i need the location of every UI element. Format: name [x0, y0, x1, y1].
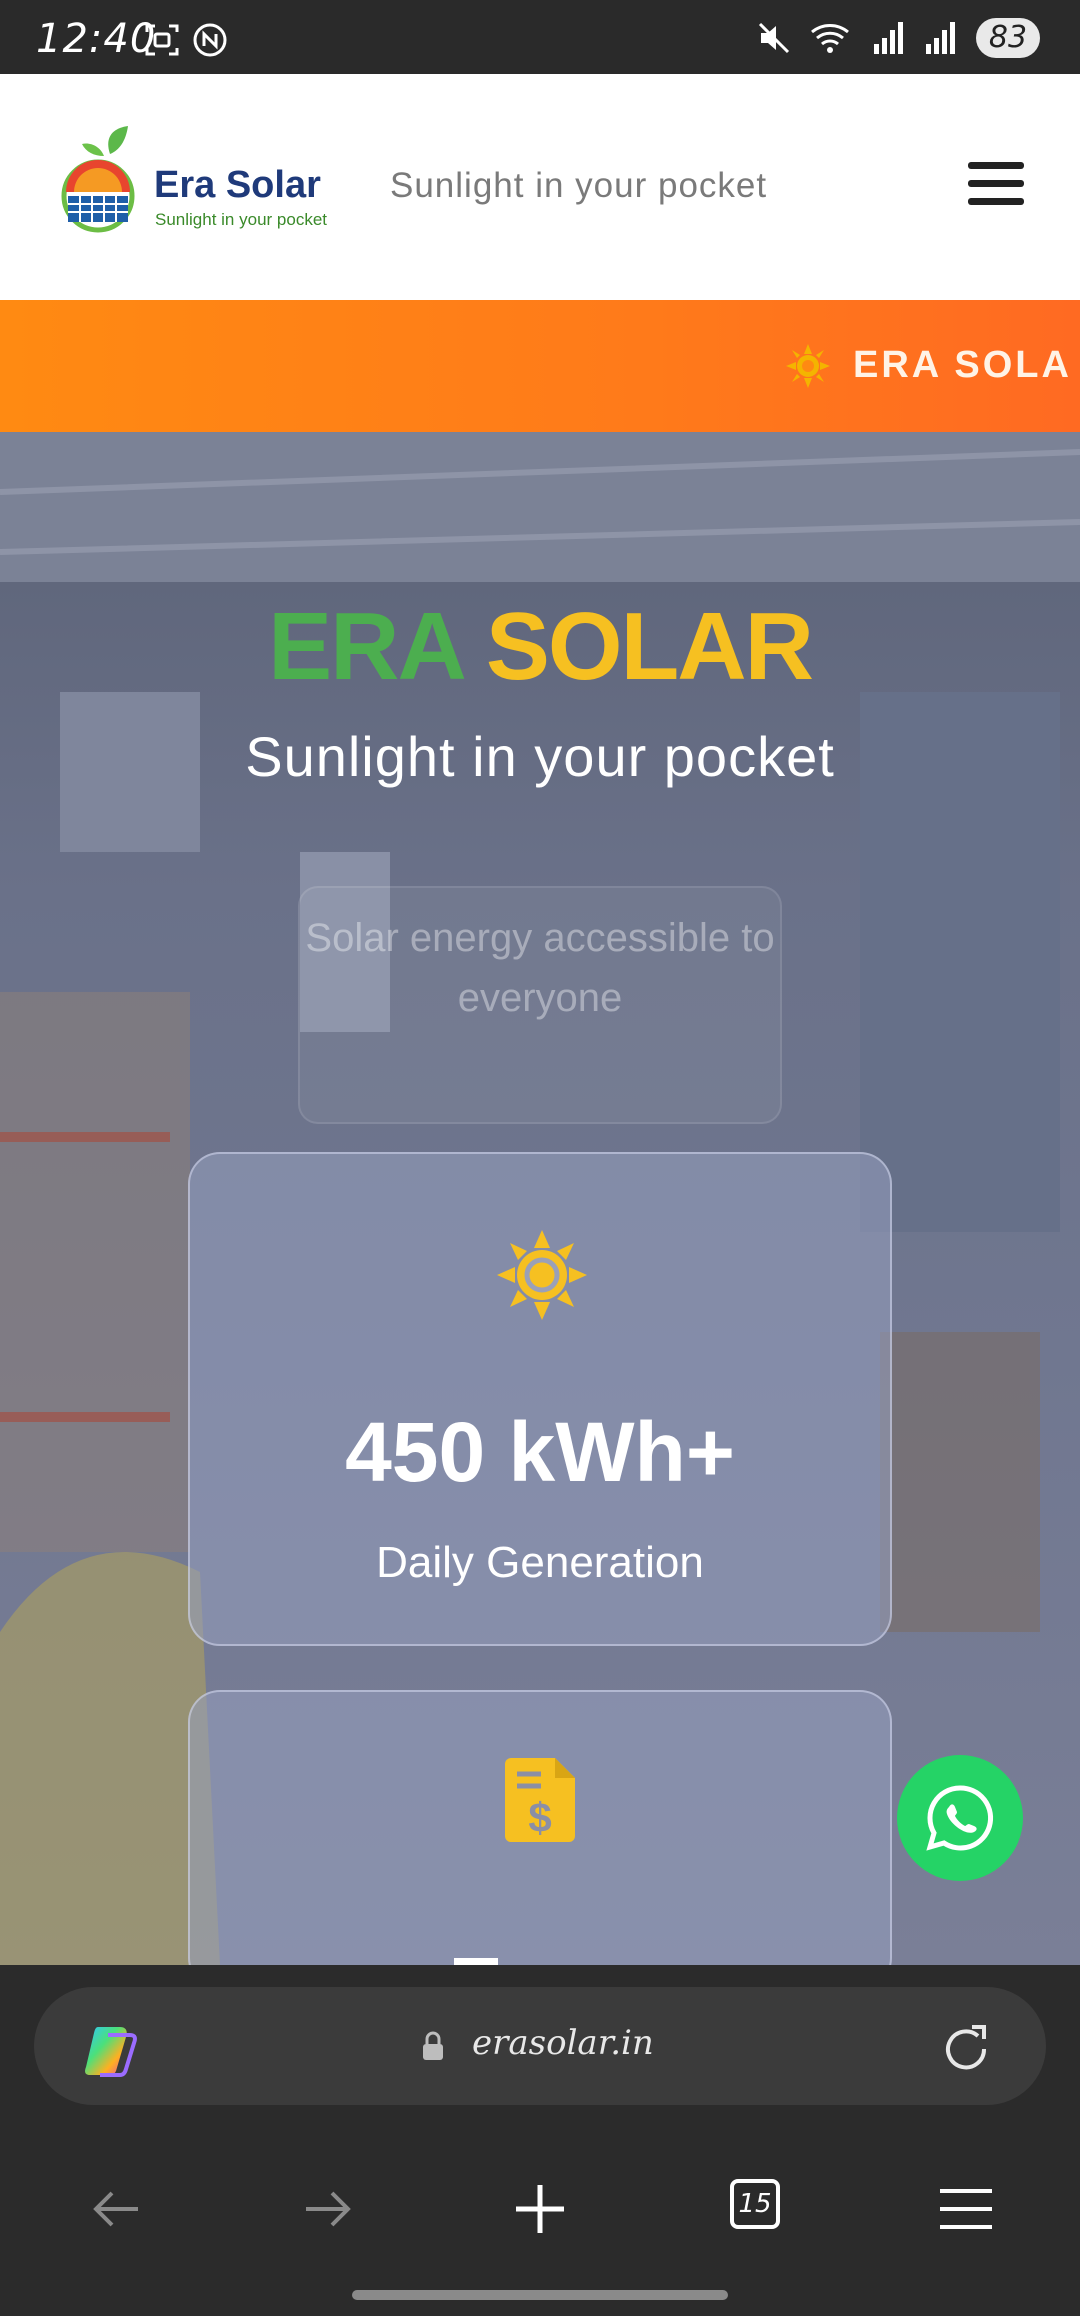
home-indicator[interactable]	[352, 2290, 728, 2300]
announcement-marquee: ERA SOLA	[0, 300, 1080, 432]
hero-title: ERA SOLAR	[0, 592, 1080, 702]
stat-label: Daily Generation	[376, 1538, 704, 1587]
browser-bottom-bar: erasolar.in 15	[0, 1965, 1080, 2316]
forward-arrow-icon[interactable]	[298, 2179, 358, 2239]
logo-tagline: Sunlight in your pocket	[155, 210, 327, 229]
hero-section: ERA SOLAR Sunlight in your pocket Solar …	[0, 432, 1080, 1965]
header-tagline: Sunlight in your pocket	[390, 166, 768, 205]
menu-bar	[968, 198, 1024, 205]
whatsapp-icon	[926, 1785, 994, 1851]
browser-nav-row: 15	[0, 2165, 1080, 2255]
invoice-dollar-icon: $	[505, 1758, 575, 1842]
wifi-icon	[811, 24, 849, 53]
hero-subtitle: Sunlight in your pocket	[245, 725, 835, 788]
nfc-icon	[193, 23, 227, 57]
hamburger-menu-button[interactable]	[968, 162, 1024, 212]
battery-indicator: 83	[976, 18, 1040, 58]
sun-icon	[497, 1230, 587, 1320]
marquee-text: ERA SOLA	[853, 344, 1072, 386]
copilot-icon[interactable]	[82, 2021, 142, 2081]
svg-text:$: $	[528, 1794, 551, 1841]
lock-icon	[423, 2031, 443, 2060]
back-arrow-icon[interactable]	[86, 2179, 146, 2239]
stat-card-daily-generation: 450 kWh+ Daily Generation	[188, 1152, 892, 1646]
sun-icon	[786, 344, 830, 388]
logo-name: Era Solar	[154, 164, 321, 206]
mute-icon	[758, 22, 790, 54]
status-bar: 12:40 83	[0, 0, 1080, 74]
whatsapp-button[interactable]	[897, 1755, 1023, 1881]
new-tab-plus-icon[interactable]	[510, 2179, 570, 2239]
mission-statement: Solar energy accessible to everyone	[298, 886, 782, 1124]
signal-icon	[874, 22, 903, 54]
screenshot-icon	[145, 24, 179, 56]
menu-bar	[968, 180, 1024, 187]
hero-title-solar: SOLAR	[485, 593, 814, 700]
tab-switcher-button[interactable]: 15	[730, 2179, 780, 2229]
status-time: 12:40	[36, 16, 157, 62]
url-text: erasolar.in	[472, 2023, 654, 2063]
reload-icon[interactable]	[938, 2021, 994, 2077]
menu-bar	[968, 162, 1024, 169]
logo-icon	[61, 126, 135, 233]
hero-title-era: ERA	[268, 593, 463, 700]
stat-value-partial	[454, 1958, 498, 1965]
brand-logo[interactable]: Era Solar Sunlight in your pocket	[52, 126, 332, 246]
site-header: Era Solar Sunlight in your pocket Sunlig…	[0, 74, 1080, 300]
menu-icon[interactable]	[936, 2179, 996, 2239]
address-bar[interactable]: erasolar.in	[34, 1987, 1046, 2105]
signal-icon-2	[926, 22, 955, 54]
stat-card-savings: $	[188, 1690, 892, 1965]
stat-value: 450 kWh+	[345, 1405, 735, 1499]
